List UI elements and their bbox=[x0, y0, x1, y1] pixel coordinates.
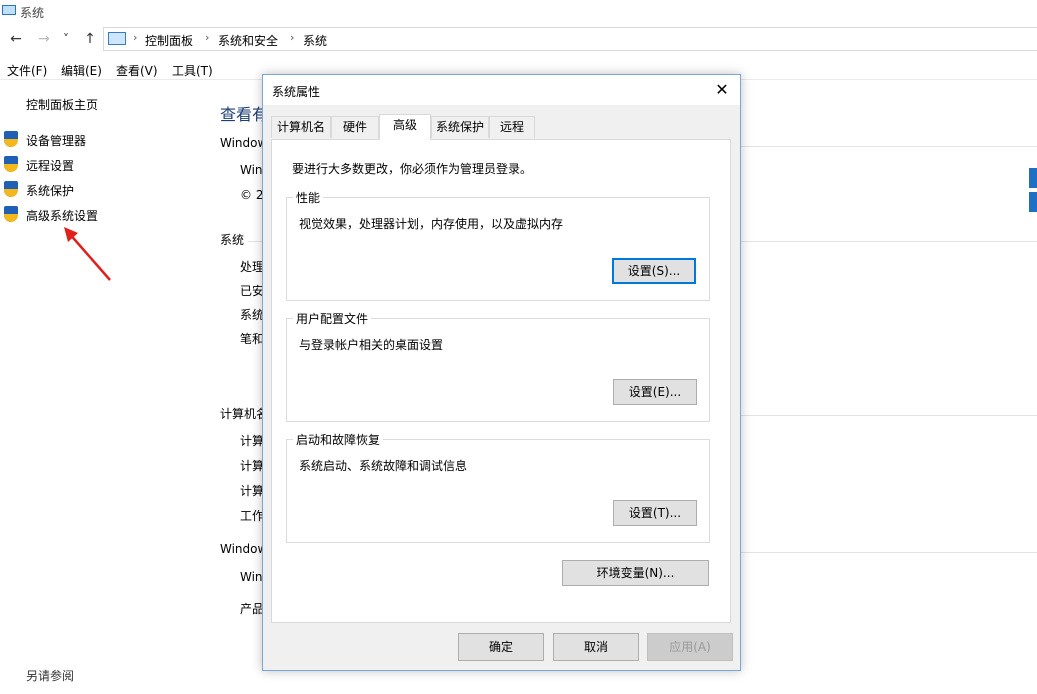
admin-note: 要进行大多数更改，你必须作为管理员登录。 bbox=[292, 162, 533, 176]
uac-shield-icon bbox=[4, 206, 18, 222]
uac-shield-icon bbox=[4, 131, 18, 147]
computer-row-label: 计算 bbox=[240, 434, 265, 448]
ok-button[interactable]: 确定 bbox=[458, 633, 544, 661]
back-arrow-icon[interactable]: ← bbox=[6, 28, 26, 50]
breadcrumb-separator-icon: › bbox=[205, 31, 210, 44]
user-profiles-settings-button[interactable]: 设置(E)... bbox=[613, 379, 697, 405]
breadcrumb-separator-icon: › bbox=[133, 31, 138, 44]
menu-view[interactable]: 查看(V) bbox=[116, 62, 158, 79]
computer-name-heading: 计算机名 bbox=[220, 407, 269, 421]
uac-shield-icon bbox=[4, 181, 18, 197]
page-heading: 查看有 bbox=[220, 105, 269, 124]
startup-recovery-settings-button[interactable]: 设置(T)... bbox=[613, 500, 697, 526]
menu-edit[interactable]: 编辑(E) bbox=[61, 62, 102, 79]
system-monitor-icon bbox=[2, 5, 16, 15]
windows-logo-fragment bbox=[1029, 192, 1037, 212]
user-profiles-label: 用户配置文件 bbox=[293, 310, 372, 327]
system-row-label: 笔和 bbox=[240, 332, 265, 346]
apply-button[interactable]: 应用(A) bbox=[647, 633, 733, 661]
window-title: 系统 bbox=[20, 6, 45, 20]
navigation-bar: ← → ˅ ↑ › 控制面板 › 系统和安全 › 系统 bbox=[0, 26, 1037, 52]
tab-hardware[interactable]: 硬件 bbox=[331, 116, 379, 138]
performance-group: 性能 视觉效果，处理器计划，内存使用，以及虚拟内存 设置(S)... bbox=[286, 189, 710, 301]
system-row-label: 系统 bbox=[240, 308, 265, 322]
user-profiles-description: 与登录帐户相关的桌面设置 bbox=[299, 338, 444, 352]
advanced-tab-panel: 要进行大多数更改，你必须作为管理员登录。 性能 视觉效果，处理器计划，内存使用，… bbox=[271, 139, 731, 623]
system-row-label: 已安 bbox=[240, 284, 265, 298]
section-divider bbox=[741, 552, 1037, 553]
breadcrumb-control-panel[interactable]: 控制面板 bbox=[145, 32, 193, 49]
close-icon[interactable]: ✕ bbox=[712, 80, 732, 100]
control-panel-icon bbox=[108, 32, 126, 45]
system-protection-link[interactable]: 系统保护 bbox=[26, 182, 74, 199]
dialog-title: 系统属性 bbox=[272, 85, 321, 99]
system-properties-dialog: 系统属性 ✕ 计算机名 硬件 高级 系统保护 远程 要进行大多数更改，你必须作为… bbox=[262, 74, 741, 671]
window-title-bar: 系统 bbox=[0, 0, 1037, 24]
remote-settings-link[interactable]: 远程设置 bbox=[26, 157, 74, 174]
windows-activation-heading: Window bbox=[220, 542, 268, 556]
copyright-text: © 2 bbox=[240, 188, 264, 202]
control-panel-home-link[interactable]: 控制面板主页 bbox=[26, 96, 98, 113]
tab-remote[interactable]: 远程 bbox=[489, 116, 535, 138]
windows-edition-value: Win bbox=[240, 163, 263, 177]
cancel-button[interactable]: 取消 bbox=[553, 633, 639, 661]
menu-file[interactable]: 文件(F) bbox=[7, 62, 47, 79]
computer-row-label: 工作 bbox=[240, 509, 265, 523]
recent-locations-chevron-icon[interactable]: ˅ bbox=[59, 28, 73, 50]
uac-shield-icon bbox=[4, 156, 18, 172]
section-divider bbox=[741, 146, 1037, 147]
user-profiles-group: 用户配置文件 与登录帐户相关的桌面设置 设置(E)... bbox=[286, 310, 710, 422]
tab-system-protection[interactable]: 系统保护 bbox=[431, 116, 489, 138]
activation-row-label: Win bbox=[240, 570, 263, 584]
performance-label: 性能 bbox=[293, 189, 324, 206]
activation-row-label: 产品 bbox=[240, 602, 265, 616]
section-divider bbox=[741, 241, 1037, 242]
startup-recovery-group: 启动和故障恢复 系统启动、系统故障和调试信息 设置(T)... bbox=[286, 431, 710, 543]
advanced-system-settings-link[interactable]: 高级系统设置 bbox=[26, 207, 98, 224]
dialog-title-bar: 系统属性 ✕ bbox=[263, 75, 740, 105]
tab-computer-name[interactable]: 计算机名 bbox=[271, 116, 331, 138]
computer-row-label: 计算 bbox=[240, 484, 265, 498]
system-heading: 系统 bbox=[220, 233, 245, 247]
computer-row-label: 计算 bbox=[240, 459, 265, 473]
startup-recovery-label: 启动和故障恢复 bbox=[293, 431, 384, 448]
section-divider bbox=[741, 415, 1037, 416]
annotation-arrow-left bbox=[64, 227, 111, 281]
address-bar[interactable]: › 控制面板 › 系统和安全 › 系统 bbox=[103, 27, 1037, 51]
breadcrumb-system-security[interactable]: 系统和安全 bbox=[218, 32, 278, 49]
see-also-heading: 另请参阅 bbox=[26, 669, 75, 683]
menu-tools[interactable]: 工具(T) bbox=[172, 62, 213, 79]
windows-logo-fragment bbox=[1029, 168, 1037, 188]
environment-variables-button[interactable]: 环境变量(N)... bbox=[562, 560, 709, 586]
performance-settings-button[interactable]: 设置(S)... bbox=[612, 258, 696, 284]
windows-edition-heading: Window bbox=[220, 136, 268, 150]
section-divider bbox=[248, 241, 262, 242]
forward-arrow-icon[interactable]: → bbox=[34, 28, 54, 50]
breadcrumb-separator-icon: › bbox=[290, 31, 295, 44]
tab-advanced[interactable]: 高级 bbox=[379, 114, 431, 140]
device-manager-link[interactable]: 设备管理器 bbox=[26, 132, 86, 149]
breadcrumb-system[interactable]: 系统 bbox=[303, 32, 327, 49]
performance-description: 视觉效果，处理器计划，内存使用，以及虚拟内存 bbox=[299, 217, 564, 231]
up-arrow-icon[interactable]: ↑ bbox=[80, 28, 100, 50]
startup-recovery-description: 系统启动、系统故障和调试信息 bbox=[299, 459, 468, 473]
system-row-label: 处理 bbox=[240, 260, 265, 274]
